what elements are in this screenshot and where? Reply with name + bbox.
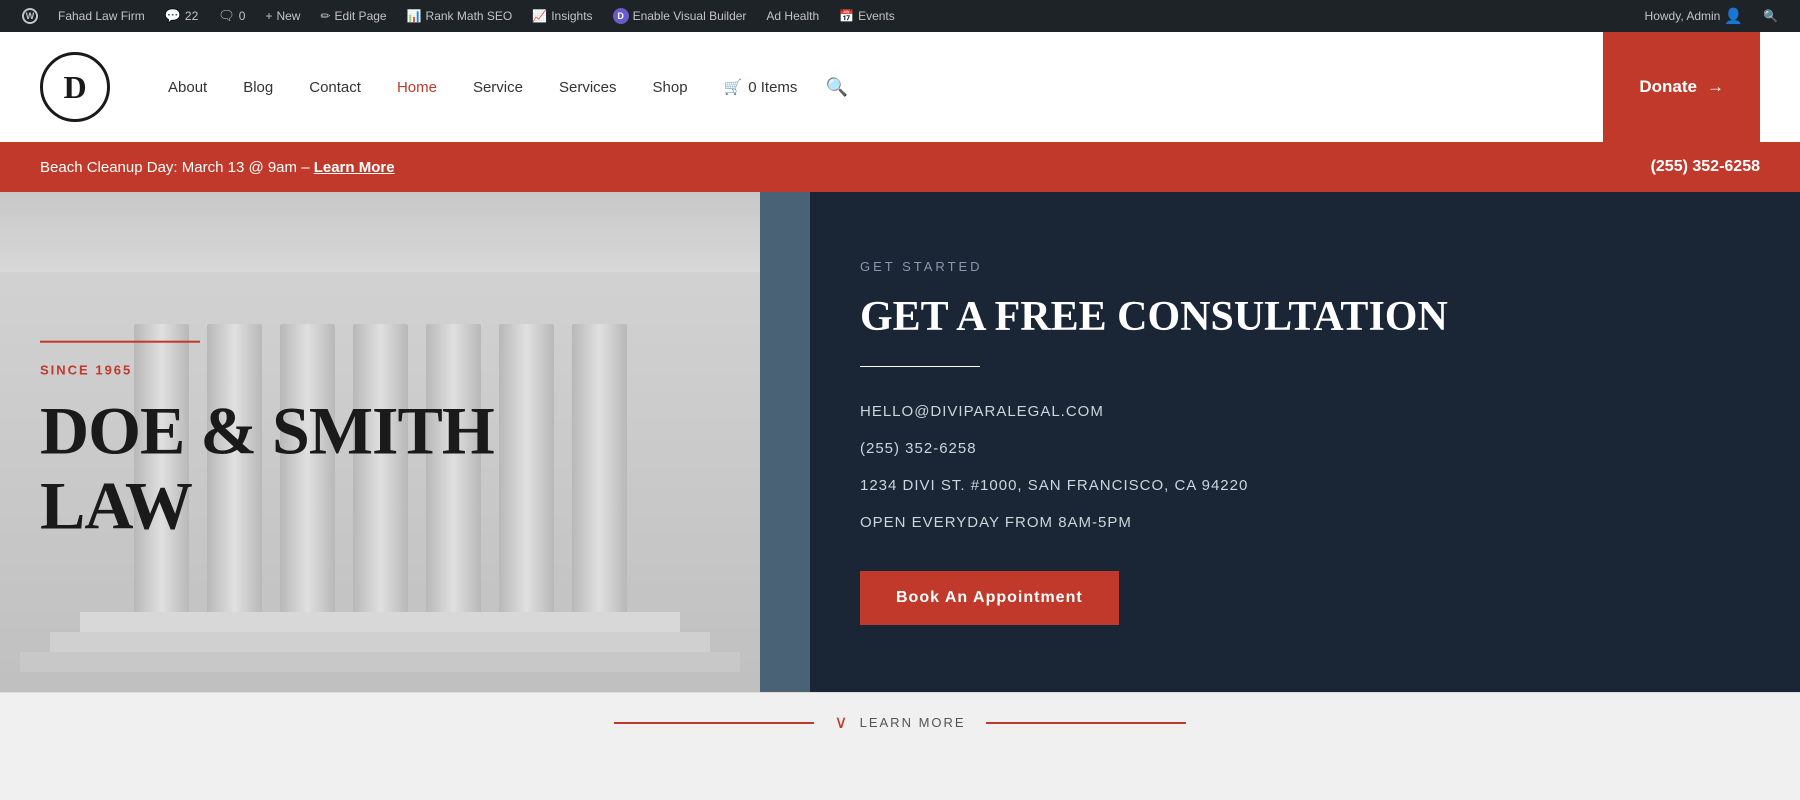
banner-phone: (255) 352-6258 (1651, 158, 1760, 176)
nav-contact[interactable]: Contact (291, 69, 379, 106)
site-logo: D (40, 52, 110, 122)
footer-line-left (614, 722, 814, 724)
admin-bar-new[interactable]: + New (255, 0, 310, 32)
banner-text: Beach Cleanup Day: March 13 @ 9am – (40, 159, 310, 176)
hero-image-area: SINCE 1965 DOE & SMITH LAW (0, 192, 760, 692)
get-started-label: GET STARTED (860, 259, 1740, 274)
column-top (0, 192, 760, 272)
step-3 (50, 632, 710, 652)
donate-arrow-icon: → (1707, 77, 1724, 97)
cart-area[interactable]: 🛒 0 Items (706, 68, 816, 106)
admin-bar-enable-vb[interactable]: D Enable Visual Builder (603, 0, 757, 32)
nav-services[interactable]: Services (541, 69, 635, 106)
firm-name: DOE & SMITH LAW (40, 394, 494, 544)
learn-more-footer-label: LEARN MORE (860, 715, 966, 730)
admin-bar-comments[interactable]: 💬 22 (155, 0, 209, 32)
footer-strip: ∨ LEARN MORE (0, 692, 1800, 752)
step-4 (80, 612, 680, 632)
contact-address: 1234 DIVI ST. #1000, SAN FRANCISCO, CA 9… (860, 477, 1740, 494)
hero-section: SINCE 1965 DOE & SMITH LAW GET STARTED G… (0, 192, 1800, 692)
book-btn-label: Book An Appointment (896, 589, 1083, 606)
admin-bar-events[interactable]: 📅 Events (829, 0, 905, 32)
edit-page-label: Edit Page (335, 9, 387, 23)
wordpress-icon: W (22, 8, 38, 24)
search-icon: 🔍 (1763, 9, 1778, 23)
step-1 (0, 672, 760, 692)
firm-name-line1: DOE & SMITH (40, 394, 494, 469)
admin-bar-wp-logo[interactable]: W (12, 0, 48, 32)
contact-email: HELLO@DIVIPARALEGAL.COM (860, 403, 1740, 420)
nav-shop[interactable]: Shop (635, 69, 706, 106)
admin-bar: W Fahad Law Firm 💬 22 🗨 0 + New ✏ Edit P… (0, 0, 1800, 32)
logo-area[interactable]: D (40, 52, 110, 122)
howdy-label: Howdy, Admin (1645, 9, 1721, 23)
admin-bar-search[interactable]: 🔍 (1753, 9, 1788, 23)
rank-math-label: Rank Math SEO (426, 9, 513, 23)
firm-name-line2: LAW (40, 469, 494, 544)
nav-home[interactable]: Home (379, 69, 455, 106)
admin-bar-edit-page[interactable]: ✏ Edit Page (310, 0, 396, 32)
hero-red-line (40, 341, 200, 343)
admin-bar-howdy[interactable]: Howdy, Admin 👤 (1635, 7, 1754, 25)
main-header: D About Blog Contact Home Service Servic… (0, 32, 1800, 142)
nav-about[interactable]: About (150, 69, 225, 106)
edit-icon: ✏ (320, 9, 330, 23)
announcement-banner: Beach Cleanup Day: March 13 @ 9am – Lear… (0, 142, 1800, 192)
insights-icon: 📈 (532, 9, 547, 23)
banner-learn-more-link[interactable]: Learn More (314, 159, 395, 176)
admin-bar-notes[interactable]: 🗨 0 (208, 0, 255, 32)
nav-search-icon[interactable]: 🔍 (825, 77, 847, 98)
rank-math-icon: 📊 (407, 9, 422, 23)
nav-service[interactable]: Service (455, 69, 541, 106)
admin-bar-rank-math[interactable]: 📊 Rank Math SEO (397, 0, 523, 32)
divi-icon: D (613, 8, 629, 24)
cart-count: 0 Items (748, 79, 797, 96)
insights-label: Insights (551, 9, 592, 23)
consultation-panel: GET STARTED GET A FREE CONSULTATION HELL… (760, 192, 1800, 692)
admin-bar-ad-health[interactable]: Ad Health (756, 0, 829, 32)
cart-icon: 🛒 (724, 78, 743, 96)
comment-icon: 💬 (165, 8, 181, 24)
footer-line-right (986, 722, 1186, 724)
avatar-icon: 👤 (1724, 7, 1743, 25)
events-label: Events (858, 9, 895, 23)
hero-text-overlay: SINCE 1965 DOE & SMITH LAW (40, 341, 494, 544)
contact-hours: OPEN EVERYDAY FROM 8AM-5PM (860, 514, 1740, 531)
admin-bar-right: Howdy, Admin 👤 🔍 (1635, 7, 1788, 25)
notes-count: 0 (239, 9, 246, 23)
plus-icon: + (265, 9, 272, 23)
admin-bar-insights[interactable]: 📈 Insights (522, 0, 602, 32)
chevron-down-icon: ∨ (834, 712, 849, 733)
donate-button[interactable]: Donate → (1603, 32, 1760, 142)
site-name-label: Fahad Law Firm (58, 9, 145, 23)
steps-area (0, 612, 760, 692)
enable-vb-label: Enable Visual Builder (633, 9, 747, 23)
consultation-divider (860, 366, 980, 367)
main-nav: About Blog Contact Home Service Services… (150, 68, 1583, 106)
notes-icon: 🗨 (218, 8, 235, 24)
donate-label: Donate (1639, 77, 1697, 97)
learn-more-footer[interactable]: ∨ LEARN MORE (834, 712, 965, 733)
book-appointment-button[interactable]: Book An Appointment (860, 571, 1119, 625)
contact-info: HELLO@DIVIPARALEGAL.COM (255) 352-6258 1… (860, 403, 1740, 531)
events-icon: 📅 (839, 9, 854, 23)
since-label: SINCE 1965 (40, 363, 494, 378)
consultation-title: GET A FREE CONSULTATION (860, 292, 1740, 342)
comments-count: 22 (185, 9, 198, 23)
new-label: New (276, 9, 300, 23)
admin-bar-site-name[interactable]: Fahad Law Firm (48, 0, 155, 32)
step-2 (20, 652, 740, 672)
dark-panel: GET STARTED GET A FREE CONSULTATION HELL… (810, 192, 1800, 692)
blue-accent-bar (760, 192, 810, 692)
contact-phone: (255) 352-6258 (860, 440, 1740, 457)
nav-blog[interactable]: Blog (225, 69, 291, 106)
ad-health-label: Ad Health (766, 9, 819, 23)
